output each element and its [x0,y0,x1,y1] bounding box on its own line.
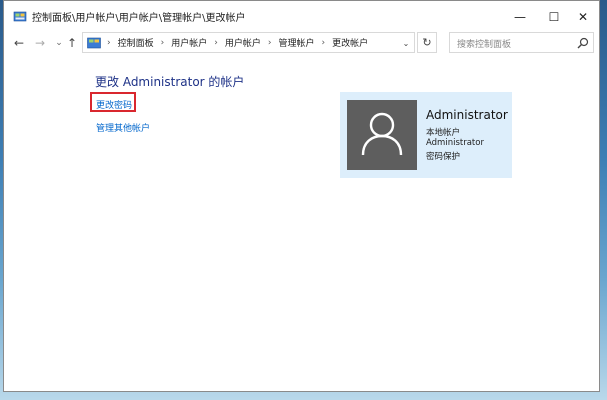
control-panel-icon [87,37,101,48]
breadcrumb-item[interactable]: 控制面板 [118,36,154,49]
breadcrumb-item[interactable]: 用户帐户 [171,36,207,49]
breadcrumb-separator: › [214,37,218,48]
account-group: Administrator [426,138,484,148]
breadcrumb-item[interactable]: 用户帐户 [225,36,261,49]
navigation-bar: ← → ⌄ ↑ › 控制面板 › 用户帐户 › 用户帐户 › 管理帐户 › 更改… [4,32,599,54]
back-button[interactable]: ← [11,35,27,51]
breadcrumb-separator: › [321,37,326,48]
up-button[interactable]: ↑ [64,35,80,51]
change-password-link[interactable]: 更改密码 [96,98,132,111]
search-placeholder: 搜索控制面板 [457,40,512,50]
breadcrumb-item[interactable]: 管理帐户 [278,36,314,49]
forward-button[interactable]: → [32,35,48,51]
title-bar: 控制面板\用户帐户\用户帐户\管理帐户\更改帐户 — ☐ ✕ [4,1,599,32]
address-bar[interactable]: › 控制面板 › 用户帐户 › 用户帐户 › 管理帐户 › 更改帐户 ⌄ [82,32,415,53]
manage-other-accounts-link[interactable]: 管理其他帐户 [96,121,150,134]
minimize-button[interactable]: — [503,1,537,32]
avatar [347,100,417,170]
account-name: Administrator [426,108,508,122]
breadcrumb-separator: › [107,37,111,48]
refresh-button[interactable]: ↻ [417,32,437,53]
password-status: 密码保护 [426,152,461,162]
main-content: 更改 Administrator 的帐户 更改密码 管理其他帐户 Adminis… [4,54,599,391]
breadcrumb-item[interactable]: 更改帐户 [332,36,368,49]
close-button[interactable]: ✕ [566,1,599,32]
window-title: 控制面板\用户帐户\用户帐户\管理帐户\更改帐户 [32,13,246,24]
account-type: 本地帐户 [426,128,461,138]
account-card: Administrator 本地帐户 Administrator 密码保护 [340,92,512,178]
search-input[interactable]: 搜索控制面板 [449,32,594,53]
user-icon [361,112,403,156]
page-title: 更改 Administrator 的帐户 [95,75,245,89]
breadcrumb-separator: › [267,37,272,48]
search-icon[interactable] [577,37,589,49]
address-dropdown-button[interactable]: ⌄ [400,36,412,50]
control-panel-icon [13,11,27,22]
breadcrumb-separator: › [160,37,165,48]
control-panel-window: 控制面板\用户帐户\用户帐户\管理帐户\更改帐户 — ☐ ✕ ← → ⌄ ↑ ›… [3,0,600,392]
